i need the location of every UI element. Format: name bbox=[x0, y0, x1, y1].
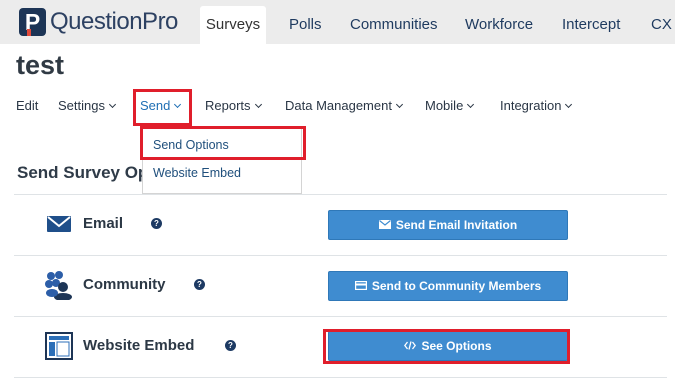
tab-cx[interactable]: CX bbox=[651, 6, 672, 44]
help-icon[interactable]: ? bbox=[151, 218, 162, 229]
subnav-mobile[interactable]: Mobile bbox=[425, 96, 475, 116]
email-label: Email bbox=[83, 215, 124, 232]
website-embed-label: Website Embed bbox=[83, 337, 195, 354]
chevron-down-icon bbox=[565, 100, 573, 109]
divider bbox=[14, 377, 667, 378]
send-to-community-members-button[interactable]: Send to Community Members bbox=[328, 271, 568, 301]
section-title: Send Survey Options bbox=[17, 163, 142, 182]
subnav-mobile-label: Mobile bbox=[425, 98, 464, 113]
subnav-data-management[interactable]: Data Management bbox=[285, 96, 403, 116]
top-bar: P QuestionPro Surveys Polls Communities … bbox=[0, 0, 675, 44]
questionpro-logo[interactable]: P QuestionPro bbox=[19, 6, 178, 38]
logo-mark-icon: P bbox=[19, 8, 46, 36]
send-to-community-members-label: Send to Community Members bbox=[371, 279, 542, 293]
tab-communities[interactable]: Communities bbox=[350, 6, 438, 44]
help-icon[interactable]: ? bbox=[194, 279, 205, 290]
divider bbox=[14, 194, 667, 195]
website-layout-icon bbox=[45, 332, 73, 365]
send-email-invitation-label: Send Email Invitation bbox=[395, 218, 518, 232]
tab-polls[interactable]: Polls bbox=[289, 6, 322, 44]
menu-item-website-embed[interactable]: Website Embed bbox=[153, 163, 241, 183]
subnav-edit-label: Edit bbox=[16, 98, 39, 113]
tab-workforce[interactable]: Workforce bbox=[465, 6, 533, 44]
divider bbox=[14, 255, 667, 256]
card-icon bbox=[354, 272, 367, 300]
subnav-settings[interactable]: Settings bbox=[58, 96, 117, 116]
chevron-down-icon bbox=[467, 100, 475, 109]
subnav-integration-label: Integration bbox=[500, 98, 562, 113]
subnav-settings-label: Settings bbox=[58, 98, 105, 113]
subnav-reports[interactable]: Reports bbox=[205, 96, 262, 116]
subnav-reports-label: Reports bbox=[205, 98, 251, 113]
see-options-highlight bbox=[323, 329, 570, 364]
logo-accent bbox=[27, 29, 31, 36]
chevron-down-icon bbox=[395, 100, 403, 109]
help-icon[interactable]: ? bbox=[225, 340, 236, 351]
logo-text: QuestionPro bbox=[50, 8, 178, 35]
subnav-edit[interactable]: Edit bbox=[16, 96, 38, 116]
community-label: Community bbox=[83, 276, 166, 293]
envelope-icon bbox=[378, 211, 391, 239]
tab-intercept[interactable]: Intercept bbox=[562, 6, 620, 44]
envelope-icon bbox=[47, 216, 71, 237]
page-title: test bbox=[16, 50, 65, 80]
send-options-highlight bbox=[140, 126, 306, 160]
divider bbox=[14, 316, 667, 317]
send-menu-highlight bbox=[133, 89, 192, 126]
chevron-down-icon bbox=[254, 100, 262, 109]
subnav-integration[interactable]: Integration bbox=[500, 96, 573, 116]
subnav-data-management-label: Data Management bbox=[285, 98, 392, 113]
tab-surveys[interactable]: Surveys bbox=[200, 6, 266, 44]
chevron-down-icon bbox=[108, 100, 117, 109]
people-icon bbox=[44, 270, 74, 305]
logo-glyph: P bbox=[24, 9, 41, 35]
send-email-invitation-button[interactable]: Send Email Invitation bbox=[328, 210, 568, 240]
